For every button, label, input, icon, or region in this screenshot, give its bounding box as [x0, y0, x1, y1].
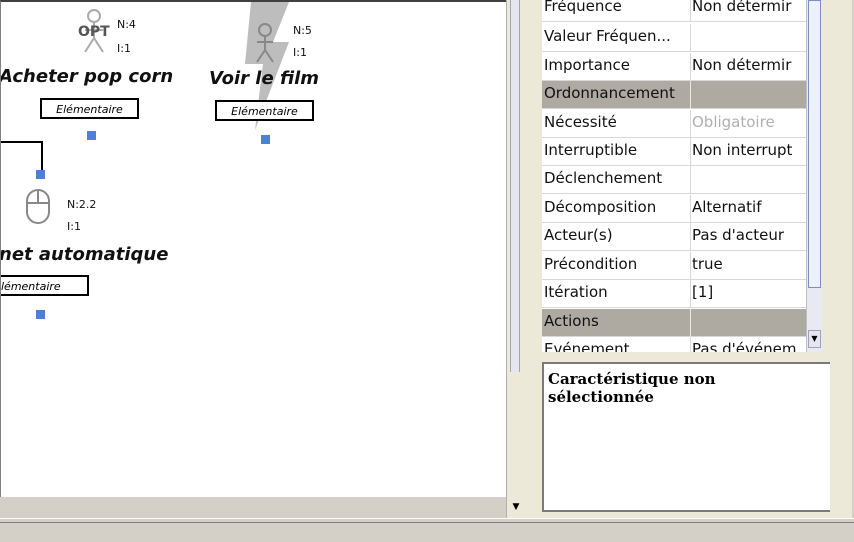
- connector-handle[interactable]: [36, 310, 45, 319]
- scroll-down-arrow-icon[interactable]: ▼: [510, 500, 522, 514]
- property-key: Importance: [544, 56, 630, 74]
- property-section-label: Actions: [544, 312, 599, 330]
- task-n-label: N:5: [293, 24, 312, 37]
- status-bar: [0, 518, 854, 542]
- task-type-box[interactable]: Elémentaire: [40, 98, 139, 119]
- property-key: Interruptible: [544, 141, 638, 159]
- property-value[interactable]: Non interrupt: [692, 141, 806, 159]
- property-row[interactable]: Précondition true: [542, 252, 806, 280]
- property-value[interactable]: Pas d'acteur: [692, 226, 806, 244]
- task-n-label: N:2.2: [67, 198, 97, 211]
- mouse-icon: [26, 189, 50, 224]
- property-value[interactable]: Non détermir: [692, 56, 806, 74]
- property-key: Précondition: [544, 255, 638, 273]
- column-divider: [690, 309, 691, 337]
- panel-splitter[interactable]: [542, 354, 832, 362]
- property-key: Déclenchement: [544, 169, 663, 187]
- task-i-label: I:1: [117, 42, 131, 55]
- property-value[interactable]: Non détermir: [692, 0, 806, 15]
- connector-line: [1, 141, 43, 143]
- connector-handle[interactable]: [87, 131, 96, 140]
- property-row[interactable]: Décomposition Alternatif: [542, 195, 806, 223]
- task-type-box[interactable]: Elémentaire: [215, 100, 314, 121]
- task-diagram-canvas[interactable]: OPT N:4 I:1 Acheter pop corn Elémentaire…: [0, 0, 506, 497]
- column-divider: [690, 337, 691, 352]
- connector-handle[interactable]: [36, 170, 45, 179]
- status-bar-divider: [0, 522, 854, 537]
- scroll-down-arrow-icon[interactable]: ▼: [808, 330, 821, 348]
- column-divider: [690, 195, 691, 223]
- task-n-label: N:4: [117, 18, 136, 31]
- column-divider: [690, 223, 691, 251]
- canvas-vertical-scrollbar[interactable]: ▼: [506, 0, 522, 518]
- column-divider: [690, 110, 691, 138]
- property-row[interactable]: Evénement Pas d'événem: [542, 337, 806, 352]
- property-section-row[interactable]: Actions: [542, 309, 806, 337]
- property-value[interactable]: true: [692, 255, 806, 273]
- column-divider: [690, 24, 691, 52]
- connector-line: [41, 141, 43, 171]
- property-key: Itération: [544, 283, 608, 301]
- property-row[interactable]: Interruptible Non interrupt: [542, 138, 806, 166]
- task-name[interactable]: net automatique: [1, 244, 168, 265]
- column-divider: [690, 0, 691, 22]
- property-row[interactable]: Itération [1]: [542, 280, 806, 308]
- property-row[interactable]: Nécessité Obligatoire: [542, 110, 806, 138]
- column-divider: [690, 53, 691, 81]
- property-value[interactable]: Alternatif: [692, 198, 806, 216]
- task-i-label: I:1: [293, 46, 307, 59]
- optional-badge: OPT: [78, 24, 110, 40]
- task-i-label: I:1: [67, 220, 81, 233]
- connector-handle[interactable]: [261, 135, 270, 144]
- task-name[interactable]: Voir le film: [209, 68, 319, 89]
- column-divider: [690, 252, 691, 280]
- property-key: Valeur Fréquen...: [544, 27, 671, 45]
- property-value[interactable]: Obligatoire: [692, 113, 806, 131]
- property-section-row[interactable]: Ordonnancement: [542, 81, 806, 109]
- properties-panel: Fréquence Non détermir Valeur Fréquen... …: [522, 0, 852, 518]
- property-key: Evénement: [544, 340, 630, 352]
- property-section-label: Ordonnancement: [544, 84, 675, 102]
- property-row[interactable]: Fréquence Non détermir: [542, 0, 806, 22]
- property-value[interactable]: Pas d'événem: [692, 340, 806, 352]
- property-key: Décomposition: [544, 198, 657, 216]
- column-divider: [690, 138, 691, 166]
- panel-border: [830, 0, 852, 518]
- property-row[interactable]: Importance Non détermir: [542, 53, 806, 81]
- task-type-box[interactable]: lémentaire: [1, 275, 89, 296]
- property-key: Fréquence: [544, 0, 622, 15]
- description-panel: Caractéristique non sélectionnée: [542, 362, 832, 512]
- property-key: Acteur(s): [544, 226, 613, 244]
- column-divider: [690, 81, 691, 109]
- properties-table: Fréquence Non détermir Valeur Fréquen... …: [542, 0, 806, 352]
- column-divider: [690, 166, 691, 194]
- property-key: Nécessité: [544, 113, 617, 131]
- properties-scrollbar[interactable]: ▼: [806, 0, 822, 352]
- scrollbar-track[interactable]: [510, 0, 520, 372]
- property-row[interactable]: Valeur Fréquen...: [542, 24, 806, 52]
- property-row[interactable]: Acteur(s) Pas d'acteur: [542, 223, 806, 251]
- task-name[interactable]: Acheter pop corn: [1, 66, 173, 87]
- column-divider: [690, 280, 691, 308]
- scrollbar-thumb[interactable]: [808, 0, 821, 288]
- property-row[interactable]: Déclenchement: [542, 166, 806, 194]
- property-value[interactable]: [1]: [692, 283, 806, 301]
